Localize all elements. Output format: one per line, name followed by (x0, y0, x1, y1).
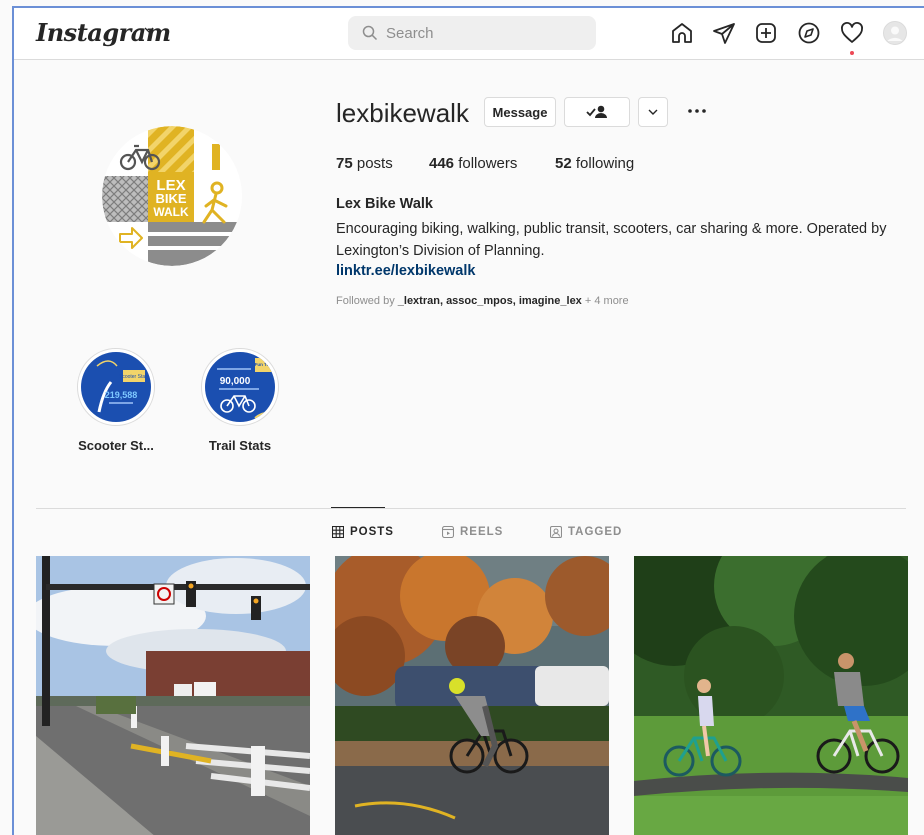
followers-stat[interactable]: 446 followers (429, 155, 517, 172)
highlight-scooter-stats[interactable]: Scooter Stats 219,588 Scooter St... (74, 348, 158, 453)
highlight-ring: Scooter Stats 219,588 (77, 348, 155, 426)
post-thumbnail-street[interactable] (36, 556, 310, 835)
profile-bio: Encouraging biking, walking, public tran… (336, 221, 887, 259)
avatar-logo-line2: BIKE (155, 191, 186, 206)
tab-tagged-label: TAGGED (568, 526, 623, 538)
browser-frame: Instagram Search LEX BIKE WALK lexbikewa… (12, 6, 924, 835)
followed-by[interactable]: Followed by _lextran, assoc_mpos, imagin… (336, 295, 629, 307)
following-stat[interactable]: 52 following (555, 155, 634, 172)
active-tab-indicator (331, 507, 385, 508)
tab-tagged[interactable]: TAGGED (550, 526, 622, 538)
profile-username: lexbikewalk (336, 98, 469, 128)
chevron-down-icon (648, 109, 658, 115)
post-thumbnail-family-biking[interactable] (634, 556, 908, 835)
highlight-number: 90,000 (220, 376, 251, 387)
search-box[interactable] (348, 16, 596, 50)
tagged-icon (550, 526, 562, 538)
tab-posts[interactable]: POSTS (332, 526, 394, 538)
following-label: following (575, 155, 635, 172)
reels-icon (442, 526, 454, 538)
new-post-icon[interactable] (754, 21, 778, 45)
posts-stat: 75 posts (336, 155, 393, 172)
highlight-label: Trail Stats (208, 438, 272, 453)
followers-label: followers (458, 155, 518, 172)
suggested-dropdown-button[interactable] (638, 97, 668, 127)
highlight-badge: Scooter Stats (119, 374, 150, 380)
heart-icon[interactable] (840, 21, 864, 45)
grid-icon (332, 526, 344, 538)
posts-count: 75 (336, 155, 353, 172)
tabs-divider (36, 508, 906, 509)
highlight-badge: Fun Trail (255, 362, 274, 367)
followed-by-names: _lextran, assoc_mpos, imagine_lex (397, 295, 582, 307)
tab-reels[interactable]: REELS (442, 526, 503, 538)
following-check-icon (586, 105, 607, 118)
profile-link[interactable]: linktr.ee/lexbikewalk (336, 263, 475, 279)
profile-avatar-large[interactable]: LEX BIKE WALK (102, 126, 242, 266)
chevron-down-icon[interactable] (142, 23, 156, 37)
activity-dot (850, 51, 854, 55)
explore-icon[interactable] (797, 21, 821, 45)
highlight-label: Scooter St... (78, 438, 154, 453)
following-button[interactable] (564, 97, 630, 127)
highlight-trail-stats[interactable]: Fun Trail 90,000 Trail Stats (198, 348, 282, 453)
followers-count: 446 (429, 155, 455, 172)
more-options-icon[interactable] (684, 100, 710, 122)
message-button[interactable]: Message (484, 97, 556, 127)
highlight-ring: Fun Trail 90,000 (201, 348, 279, 426)
posts-label: posts (356, 155, 393, 172)
following-count: 52 (555, 155, 572, 172)
avatar-logo-line3: WALK (153, 205, 189, 219)
search-input[interactable] (386, 22, 586, 44)
direct-message-icon[interactable] (712, 21, 736, 45)
home-icon[interactable] (670, 21, 694, 45)
profile-avatar[interactable] (883, 21, 907, 45)
tab-reels-label: REELS (460, 526, 504, 538)
post-thumbnail-cyclist[interactable] (335, 556, 609, 835)
tab-posts-label: POSTS (350, 526, 394, 538)
top-nav: Instagram (14, 8, 924, 60)
followed-by-more: + 4 more (584, 295, 629, 307)
followed-by-prefix: Followed by (336, 295, 395, 307)
search-icon (362, 25, 378, 41)
highlight-number: 219,588 (105, 390, 138, 400)
profile-full-name: Lex Bike Walk (336, 196, 433, 212)
